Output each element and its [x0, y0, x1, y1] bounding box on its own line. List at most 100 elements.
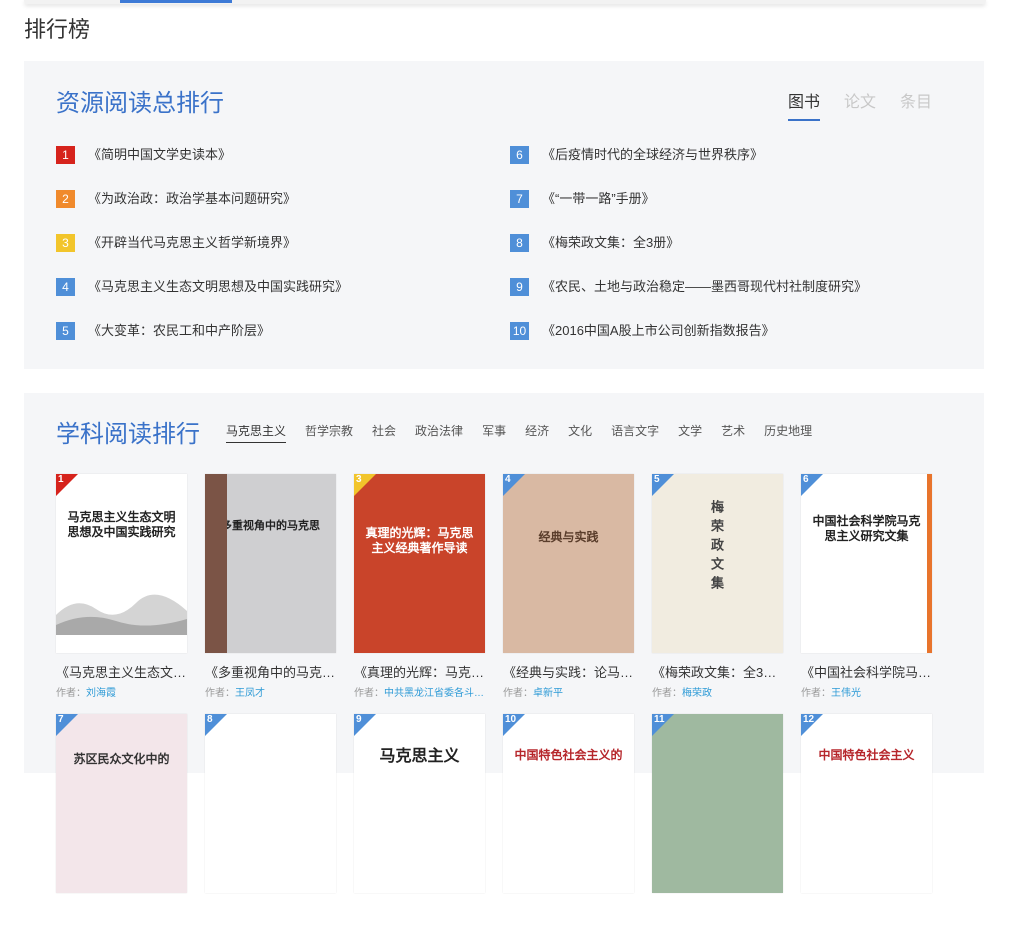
tab-entries[interactable]: 条目	[900, 88, 932, 121]
subject-tab[interactable]: 哲学宗教	[305, 422, 353, 443]
book-cover[interactable]: 10 中国特色社会主义的	[503, 714, 634, 893]
book-card[interactable]: 12 中国特色社会主义	[801, 714, 932, 944]
subject-tab[interactable]: 马克思主义	[226, 422, 287, 443]
rank-corner-number: 10	[505, 714, 517, 725]
book-card[interactable]: 11	[652, 714, 783, 944]
subject-tab[interactable]: 历史地理	[764, 422, 812, 443]
ranking-item[interactable]: 9 《农民、土地与政治稳定——墨西哥现代村社制度研究》	[510, 278, 867, 322]
book-cover[interactable]: 9 马克思主义	[354, 714, 485, 893]
cover-title-text: 马克思主义生态文明思想及中国实践研究	[67, 510, 176, 539]
author-name-link[interactable]: 中共黑龙江省委各斗…	[384, 688, 484, 699]
ranking-item[interactable]: 3 《开辟当代马克思主义哲学新境界》	[56, 234, 348, 278]
book-cover[interactable]: 5 梅荣政文集	[652, 474, 783, 653]
book-card[interactable]: 4 经典与实践《经典与实践：论马克思主义中国化》作者：卓新平	[503, 474, 634, 704]
subject-tab[interactable]: 社会	[372, 422, 396, 443]
ranking-item-title[interactable]: 《2016中国A股上市公司创新指数报告》	[542, 322, 775, 340]
author-label: 作者：	[503, 688, 533, 699]
book-card[interactable]: 3 真理的光辉：马克思主义经典著作导读《真理的光辉：马克思主义经典著作导读》作者：…	[354, 474, 485, 704]
ranking-item-title[interactable]: 《梅荣政文集：全3册》	[542, 234, 679, 252]
book-title[interactable]: 《经典与实践：论马克思主义中国化》	[503, 662, 634, 681]
subject-tab[interactable]: 艺术	[721, 422, 745, 443]
subject-tab[interactable]: 文化	[568, 422, 592, 443]
book-card[interactable]: 6 中国社会科学院马克思主义研究文集《中国社会科学院马克思主义研究文集》作者：王伟…	[801, 474, 932, 704]
ranking-item[interactable]: 1 《简明中国文学史读本》	[56, 146, 348, 190]
rank-corner-number: 7	[58, 714, 64, 725]
book-author: 作者：卓新平	[503, 684, 634, 699]
book-author: 作者：王凤才	[205, 684, 336, 699]
ranking-item-title[interactable]: 《马克思主义生态文明思想及中国实践研究》	[88, 278, 348, 296]
ranking-item-title[interactable]: 《“一带一路”手册》	[542, 190, 655, 208]
book-title[interactable]: 《梅荣政文集：全3册》	[652, 662, 783, 681]
book-card[interactable]: 2多重视角中的马克思《多重视角中的马克思：21世纪世界马克思主义思潮集》作者：王…	[205, 474, 336, 704]
subject-tab[interactable]: 语言文字	[611, 422, 659, 443]
total-ranking-panel: 资源阅读总排行 图书 论文 条目 1 《简明中国文学史读本》 2 《为政治政：政治学基…	[24, 61, 984, 369]
ranking-item[interactable]: 8 《梅荣政文集：全3册》	[510, 234, 867, 278]
page-title: 排行榜	[24, 17, 91, 42]
book-author: 作者：王伟光	[801, 684, 932, 699]
rank-corner-number: 1	[58, 474, 64, 485]
book-card[interactable]: 7 苏区民众文化中的	[56, 714, 187, 944]
ranking-item-title[interactable]: 《农民、土地与政治稳定——墨西哥现代村社制度研究》	[542, 278, 867, 296]
rank-number-badge: 9	[510, 278, 529, 296]
book-cover[interactable]: 3 真理的光辉：马克思主义经典著作导读	[354, 474, 485, 653]
ranking-item[interactable]: 10 《2016中国A股上市公司创新指数报告》	[510, 322, 867, 366]
book-cover[interactable]: 8	[205, 714, 336, 893]
ranking-item-title[interactable]: 《简明中国文学史读本》	[88, 146, 231, 164]
ranking-item[interactable]: 6 《后疫情时代的全球经济与世界秩序》	[510, 146, 867, 190]
book-title[interactable]: 《中国社会科学院马克思主义研究文集》	[801, 662, 932, 681]
resource-type-tabs: 图书 论文 条目	[787, 88, 932, 121]
rank-number-badge: 8	[510, 234, 529, 252]
author-name-link[interactable]: 王伟光	[831, 688, 861, 699]
author-name-link[interactable]: 卓新平	[533, 688, 563, 699]
tab-books[interactable]: 图书	[787, 88, 820, 121]
author-label: 作者：	[56, 688, 86, 699]
book-cover[interactable]: 11	[652, 714, 783, 893]
book-card[interactable]: 1 马克思主义生态文明思想及中国实践研究《马克思主义生态文明思想及中国实践研究》作…	[56, 474, 187, 704]
rank-number-badge: 6	[510, 146, 529, 164]
rank-number-badge: 2	[56, 190, 75, 208]
book-cover[interactable]: 2多重视角中的马克思	[205, 474, 336, 653]
book-card[interactable]: 5 梅荣政文集《梅荣政文集：全3册》作者：梅荣政	[652, 474, 783, 704]
cover-title-text: 多重视角中的马克思	[221, 519, 320, 532]
ranking-item-title[interactable]: 《为政治政：政治学基本问题研究》	[88, 190, 296, 208]
ranking-item[interactable]: 2 《为政治政：政治学基本问题研究》	[56, 190, 348, 234]
subject-tab[interactable]: 经济	[525, 422, 549, 443]
cover-title-text: 中国社会科学院马克思主义研究文集	[812, 514, 921, 543]
author-name-link[interactable]: 梅荣政	[682, 688, 712, 699]
subject-tab[interactable]: 军事	[482, 422, 506, 443]
ranking-list-right: 6 《后疫情时代的全球经济与世界秩序》 7 《“一带一路”手册》 8 《梅荣政文集：全3册…	[510, 146, 867, 366]
book-cover[interactable]: 4 经典与实践	[503, 474, 634, 653]
book-card[interactable]: 9 马克思主义	[354, 714, 485, 944]
tab-papers[interactable]: 论文	[844, 88, 876, 121]
rank-corner-number: 5	[654, 474, 660, 485]
author-name-link[interactable]: 王凤才	[235, 688, 265, 699]
author-name-link[interactable]: 刘海霞	[86, 688, 116, 699]
ranking-item[interactable]: 4 《马克思主义生态文明思想及中国实践研究》	[56, 278, 348, 322]
book-title[interactable]: 《真理的光辉：马克思主义经典著作导读》	[354, 662, 485, 681]
book-cover[interactable]: 1 马克思主义生态文明思想及中国实践研究	[56, 474, 187, 653]
rank-corner-number: 11	[654, 714, 665, 725]
cover-edge-stripe	[927, 474, 932, 653]
book-cover[interactable]: 12 中国特色社会主义	[801, 714, 932, 893]
subject-tab[interactable]: 文学	[678, 422, 702, 443]
book-cover[interactable]: 7 苏区民众文化中的	[56, 714, 187, 893]
top-nav-active-indicator	[120, 0, 232, 3]
cover-spine-stripe	[205, 474, 227, 653]
cover-title-text: 马克思主义	[379, 746, 460, 765]
book-card[interactable]: 8	[205, 714, 336, 944]
subject-tab[interactable]: 政治法律	[415, 422, 463, 443]
ranking-item-title[interactable]: 《开辟当代马克思主义哲学新境界》	[88, 234, 296, 252]
rank-corner-number: 9	[356, 714, 362, 725]
author-label: 作者：	[652, 688, 682, 699]
ranking-item[interactable]: 7 《“一带一路”手册》	[510, 190, 867, 234]
ranking-item-title[interactable]: 《后疫情时代的全球经济与世界秩序》	[542, 146, 763, 164]
book-title[interactable]: 《多重视角中的马克思：21世纪世界马克思主义思潮集》	[205, 662, 336, 681]
book-cover[interactable]: 6 中国社会科学院马克思主义研究文集	[801, 474, 932, 653]
book-title[interactable]: 《马克思主义生态文明思想及中国实践研究》	[56, 662, 187, 681]
rank-corner-number: 3	[356, 474, 362, 485]
ranking-item[interactable]: 5 《大变革：农民工和中产阶层》	[56, 322, 348, 366]
ranking-item-title[interactable]: 《大变革：农民工和中产阶层》	[88, 322, 270, 340]
cover-title-text: 梅荣政文集	[708, 500, 723, 595]
cover-title-text: 中国特色社会主义	[818, 748, 915, 762]
book-card[interactable]: 10 中国特色社会主义的	[503, 714, 634, 944]
